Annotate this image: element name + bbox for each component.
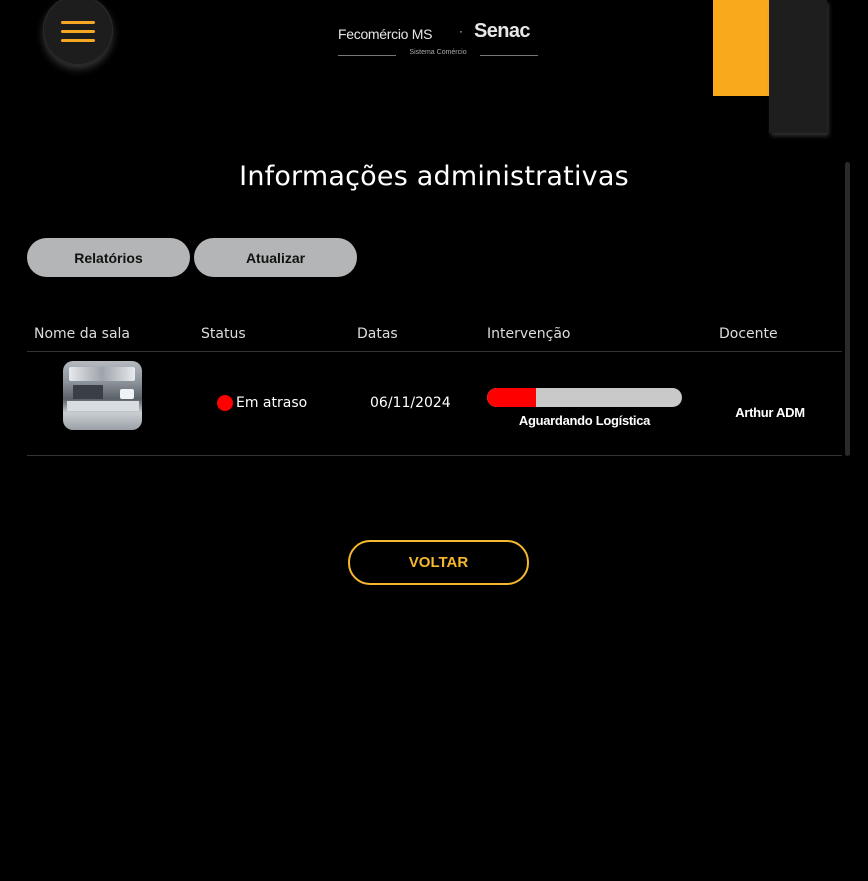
menu-button[interactable] <box>43 0 113 65</box>
logo: Fecomércio MS · Senac Sistema Comércio <box>338 2 538 60</box>
reports-button[interactable]: Relatórios <box>27 238 190 277</box>
date-cell: 06/11/2024 <box>370 395 451 411</box>
status-dot-icon <box>217 395 233 411</box>
table-header: Nome da sala Status Datas Intervenção Do… <box>27 318 842 352</box>
teacher-cell: Arthur ADM <box>735 405 805 420</box>
logo-divider-right <box>480 55 538 56</box>
status-cell: Em atraso <box>217 395 307 411</box>
page-title: Informações administrativas <box>239 161 629 192</box>
hamburger-icon <box>61 21 95 43</box>
rooms-table: Nome da sala Status Datas Intervenção Do… <box>27 318 842 456</box>
intervention-label: Aguardando Logística <box>518 413 651 428</box>
update-button[interactable]: Atualizar <box>194 238 357 277</box>
logo-fecomercio: Fecomércio MS <box>338 26 433 42</box>
logo-divider-left <box>338 55 396 56</box>
decorative-dark-block <box>769 0 827 133</box>
logo-subtitle: Sistema Comércio <box>409 49 467 56</box>
column-header-intervention: Intervenção <box>487 326 571 342</box>
scrollbar[interactable] <box>845 162 850 456</box>
column-header-room-name: Nome da sala <box>34 326 130 342</box>
decorative-yellow-block <box>713 0 769 96</box>
column-header-teacher: Docente <box>719 326 778 342</box>
intervention-progress-bar <box>487 388 682 407</box>
status-label: Em atraso <box>236 395 308 411</box>
intervention-progress-fill <box>487 388 536 407</box>
room-image[interactable] <box>63 361 142 430</box>
back-button[interactable]: VOLTAR <box>348 540 529 585</box>
logo-separator: · <box>459 24 463 38</box>
column-header-dates: Datas <box>357 326 398 342</box>
table-row[interactable]: Em atraso 06/11/2024 Aguardando Logístic… <box>27 352 842 456</box>
column-header-status: Status <box>201 326 246 342</box>
logo-senac: Senac <box>474 20 531 42</box>
